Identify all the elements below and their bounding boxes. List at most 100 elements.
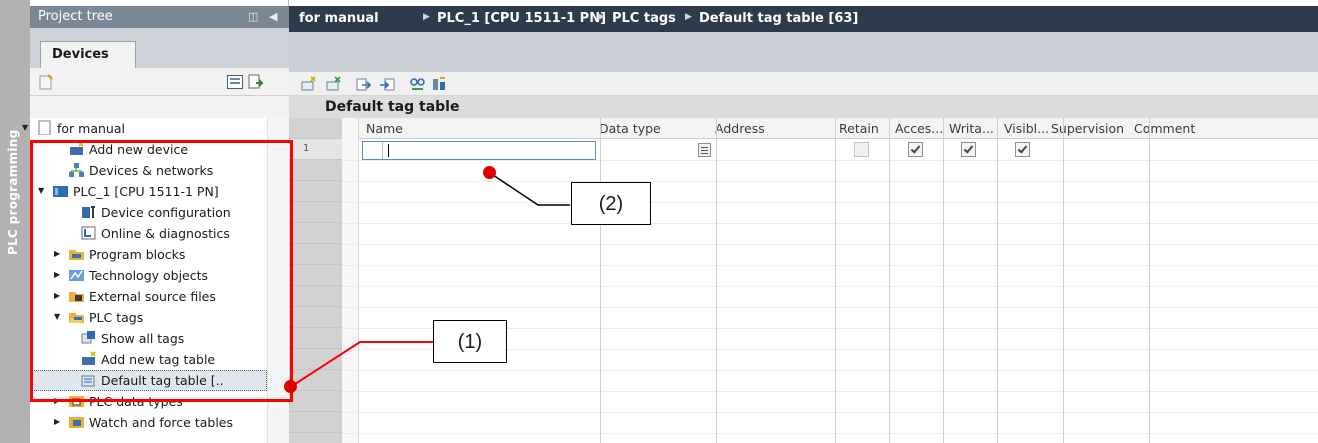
callout-1-label: (1) xyxy=(457,331,483,353)
row-number-cell xyxy=(289,160,342,181)
editor-toolbar xyxy=(289,72,1318,96)
row-divider xyxy=(342,433,1318,434)
tree-item[interactable]: ▼ for manual xyxy=(22,118,267,139)
table-row xyxy=(359,139,1318,161)
column-address-header[interactable]: Address xyxy=(715,121,765,136)
project-tree-toolbar xyxy=(30,68,289,96)
tree-item[interactable]: ▶ Watch and force tables xyxy=(30,412,267,433)
breadcrumb-item[interactable]: PLC tags xyxy=(612,11,676,26)
import-icon[interactable] xyxy=(379,76,396,93)
new-item-icon[interactable] xyxy=(37,73,55,91)
column-divider[interactable] xyxy=(943,118,944,443)
callout-2: (2) xyxy=(571,182,651,225)
project-tree-tabs: Devices xyxy=(30,28,289,68)
row-number-cell xyxy=(289,307,342,328)
tag-icon-slot xyxy=(363,142,383,159)
writable-checkbox[interactable] xyxy=(961,142,976,157)
tag-table-grid: 1 Name Data type Address Retain Acces... Writ… xyxy=(289,118,1318,443)
annotation-box-project-tree xyxy=(30,140,293,402)
column-comment-header[interactable]: Comment xyxy=(1134,121,1195,136)
text-cursor xyxy=(388,144,389,157)
tab-devices[interactable]: Devices xyxy=(40,41,136,68)
column-data-type-header[interactable]: Data type xyxy=(599,121,661,136)
tree-item-label: Watch and force tables xyxy=(89,415,234,430)
expanded-arrow-icon[interactable]: ▼ xyxy=(22,123,31,133)
row-number-cell xyxy=(289,391,342,412)
breadcrumb-separator-icon: ▶ xyxy=(423,12,430,22)
column-accessible-header[interactable]: Acces... xyxy=(895,121,943,136)
row-divider xyxy=(342,412,1318,413)
column-visible-header[interactable]: Visibl... xyxy=(1004,121,1049,136)
column-supervision-header[interactable]: Supervision xyxy=(1051,121,1124,136)
row-divider xyxy=(342,265,1318,266)
column-writable-header[interactable]: Writa... xyxy=(949,121,994,136)
tag-name-input[interactable] xyxy=(362,141,596,160)
table-title-bar: Default tag table xyxy=(289,96,1318,118)
callout-1: (1) xyxy=(433,320,507,363)
row-number: 1 xyxy=(303,143,310,154)
tree-blank-row xyxy=(30,96,289,118)
column-divider[interactable] xyxy=(600,118,601,443)
row-divider xyxy=(342,286,1318,287)
data-type-picker-button[interactable] xyxy=(698,143,711,157)
column-divider[interactable] xyxy=(835,118,836,443)
accessible-checkbox[interactable] xyxy=(908,142,923,157)
row-number-cell xyxy=(289,349,342,370)
row-number-cell xyxy=(289,181,342,202)
row-number-cell xyxy=(289,223,342,244)
filter-icon[interactable] xyxy=(431,76,448,93)
row-divider xyxy=(342,391,1318,392)
table-header-row: Name Data type Address Retain Acces... Writa.… xyxy=(359,118,1318,139)
row-divider xyxy=(342,202,1318,203)
watch-table-icon xyxy=(69,417,84,428)
pin-panel-icon[interactable]: ◫ xyxy=(248,10,258,23)
column-name-header[interactable]: Name xyxy=(366,121,403,136)
collapse-panel-icon[interactable]: ◀ xyxy=(269,10,277,23)
callout-2-label: (2) xyxy=(598,193,624,215)
project-tree-header: Project tree ◫ ◀ xyxy=(30,6,289,28)
row-number-cell xyxy=(289,328,342,349)
breadcrumb: for manual ▶ PLC_1 [CPU 1511-1 PN] ▶ PLC tag… xyxy=(289,6,1318,32)
show-properties-icon[interactable] xyxy=(247,73,265,91)
column-divider[interactable] xyxy=(889,118,890,443)
breadcrumb-separator-icon: ▶ xyxy=(598,12,605,22)
tree-item-label: for manual xyxy=(57,121,125,136)
row-number-cell[interactable]: 1 xyxy=(289,139,342,160)
column-retain-header[interactable]: Retain xyxy=(839,121,879,136)
export-icon[interactable] xyxy=(355,76,372,93)
row-number-header xyxy=(289,118,342,139)
visible-checkbox[interactable] xyxy=(1015,142,1030,157)
column-divider[interactable] xyxy=(716,118,717,443)
row-number-column: 1 xyxy=(289,118,342,443)
row-divider xyxy=(342,181,1318,182)
breadcrumb-item[interactable]: PLC_1 [CPU 1511-1 PN] xyxy=(437,11,606,26)
overview-view-icon[interactable] xyxy=(226,73,244,91)
row-number-cell xyxy=(289,370,342,391)
table-title: Default tag table xyxy=(325,99,460,115)
breadcrumb-separator-icon: ▶ xyxy=(685,12,692,22)
row-divider xyxy=(342,223,1318,224)
project-icon xyxy=(38,120,51,135)
breadcrumb-item[interactable]: Default tag table [63] xyxy=(699,11,858,26)
column-divider[interactable] xyxy=(997,118,998,443)
add-row-icon[interactable] xyxy=(300,76,317,93)
insert-row-icon[interactable] xyxy=(325,76,342,93)
row-divider xyxy=(342,370,1318,371)
column-divider[interactable] xyxy=(1149,118,1150,443)
row-number-cell xyxy=(289,412,342,433)
side-tab-label: PLC programming xyxy=(6,129,20,255)
collapsed-arrow-icon[interactable]: ▶ xyxy=(54,417,63,427)
row-number-cell xyxy=(289,202,342,223)
row-divider xyxy=(342,307,1318,308)
row-divider xyxy=(342,244,1318,245)
retain-checkbox[interactable] xyxy=(854,142,869,157)
row-number-cell xyxy=(289,265,342,286)
annotation-marker-1 xyxy=(284,380,297,393)
breadcrumb-item[interactable]: for manual xyxy=(299,11,379,26)
monitor-all-icon[interactable] xyxy=(409,76,426,93)
column-divider[interactable] xyxy=(1063,118,1064,443)
plc-programming-side-tab[interactable]: PLC programming xyxy=(0,0,30,443)
editor-tab-strip xyxy=(289,32,1318,72)
row-number-cell xyxy=(289,286,342,307)
row-handle-column xyxy=(342,118,359,443)
